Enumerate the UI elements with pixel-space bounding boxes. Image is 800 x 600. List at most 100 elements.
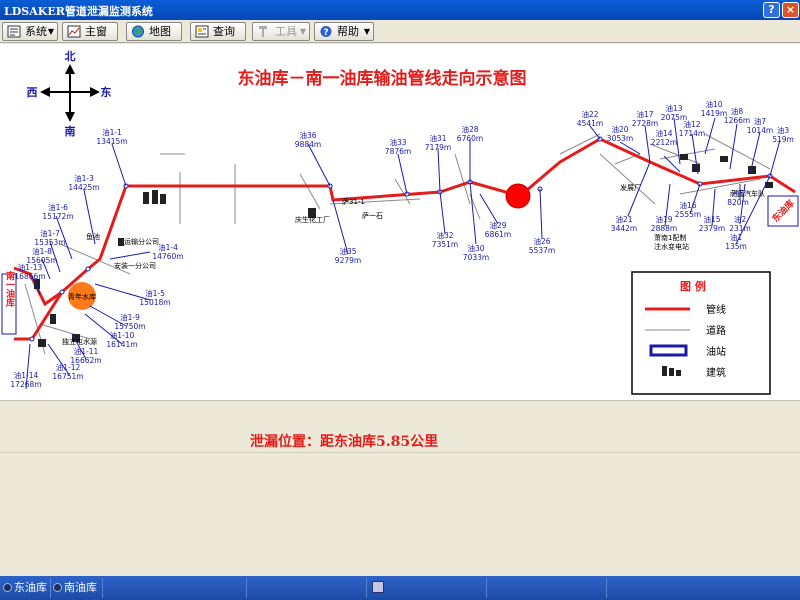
place-chem-plant: 庆生化工厂: [295, 215, 330, 224]
divider: [366, 578, 367, 598]
help-menu-label: 帮助: [337, 25, 359, 38]
marker-you31: 油31 7179m: [425, 133, 451, 152]
marker-you1-3: 油1-3 14425m: [68, 173, 99, 192]
svg-text:南一油库: 南一油库: [4, 270, 15, 308]
compass-south: 南: [65, 124, 76, 138]
marker-you36: 油36 9884m: [295, 130, 321, 149]
marker-you26: 油26 5537m: [529, 236, 555, 255]
place-power-station: 独立屯水源: [62, 337, 97, 346]
marker-you7: 油7 1014m: [747, 116, 773, 135]
chevron-down-icon: ▼: [363, 27, 370, 36]
chart-window-icon: [67, 25, 81, 38]
leak-point-marker[interactable]: [505, 183, 531, 209]
map-canvas: 东油库－南一油库输油管线走向示意图 北 南 西 东 青年水库 油1-1 1341…: [1, 49, 799, 395]
marker-you1-6: 油1-6 15172m: [42, 202, 73, 221]
svg-text:?: ?: [323, 28, 328, 38]
marker-you1-9: 油1-9 15750m: [114, 312, 145, 331]
marker-you15: 油15 2379m: [699, 214, 725, 233]
marker-you29: 油29 6861m: [485, 220, 511, 239]
map-label: 地图: [149, 25, 171, 38]
divider: [50, 578, 51, 598]
divider: [102, 578, 103, 598]
marker-you12: 油12 1714m: [679, 119, 705, 138]
marker-you21: 油21 3442m: [611, 214, 637, 233]
marker-you30: 油30 7033m: [463, 243, 489, 262]
east-depot-tab-label: 东油库: [14, 581, 47, 594]
south-depot-tab-label: 南油库: [64, 581, 97, 594]
divider: [606, 578, 607, 598]
south-depot-indicator-icon: [53, 583, 62, 592]
legend-title: 图 例: [680, 279, 706, 293]
chevron-down-icon: ▼: [47, 27, 54, 36]
marker-you17: 油17 2728m: [632, 109, 658, 128]
east-depot-indicator-icon: [3, 583, 12, 592]
system-icon: [7, 25, 21, 38]
compass: 北 南 西 东: [27, 49, 112, 138]
marker-you1-12: 油1-12 16751m: [52, 362, 83, 381]
marker-you1: 油1 135m: [725, 232, 747, 251]
marker-you32: 油32 7351m: [432, 230, 458, 249]
chevron-down-icon: ▼: [299, 27, 306, 36]
menu-system-label: 系统: [25, 25, 47, 38]
marker-you14: 油14 2212m: [651, 128, 677, 147]
pipeline-map[interactable]: 东油库－南一油库输油管线走向示意图 北 南 西 东 青年水库 油1-1 1341…: [0, 44, 800, 400]
east-depot-tab[interactable]: 东油库: [2, 580, 47, 596]
marker-you35: 油35 9279m: [335, 246, 361, 265]
legend-pipeline: 管线: [706, 303, 726, 316]
marker-you1-13: 油1-13 16866m: [14, 262, 45, 281]
legend-building: 建筑: [706, 366, 726, 379]
place-e2-depot: 发展厂: [620, 183, 641, 192]
place-south-plant: 萧南1配制注水变电站: [654, 233, 689, 251]
app-window: LDSAKER管道泄漏监测系统 ? × 系统 ▼ 主窗 地图 查询 工具 ▼ ?…: [0, 0, 800, 600]
marker-you33: 油33 7876m: [385, 137, 411, 156]
place-sa-bus: 萨区汽车队: [730, 189, 765, 198]
toolbar: 系统 ▼ 主窗 地图 查询 工具 ▼ ? 帮助 ▼: [0, 20, 800, 43]
divider: [246, 578, 247, 598]
marker-you16: 油16 2555m: [675, 200, 701, 219]
marker-you19: 油19 2888m: [651, 214, 677, 233]
globe-icon: [132, 25, 144, 38]
map-button[interactable]: 地图: [126, 22, 182, 41]
map-title: 东油库－南一油库输油管线走向示意图: [238, 68, 527, 89]
marker-you28: 油28 6760m: [457, 124, 483, 143]
menu-system-button[interactable]: 系统 ▼: [2, 22, 58, 41]
compass-east: 东: [101, 85, 112, 99]
legend-station: 油站: [706, 345, 726, 358]
tools-label: 工具: [275, 25, 297, 38]
main-window-label: 主窗: [85, 25, 107, 38]
divider: [486, 578, 487, 598]
title-bar: LDSAKER管道泄漏监测系统 ? ×: [0, 0, 800, 20]
legend-road: 道路: [706, 324, 726, 337]
compass-west: 西: [27, 86, 38, 99]
leak-location-text: 泄漏位置：距东油库5.85公里: [250, 434, 439, 450]
place-sa31: 萨31-1: [342, 197, 365, 206]
marker-you8: 油8 1266m: [724, 106, 750, 125]
main-window-button[interactable]: 主窗: [62, 22, 118, 41]
window-help-button[interactable]: ?: [763, 2, 780, 18]
leak-info-panel: 泄漏位置：距东油库5.85公里: [0, 400, 800, 575]
help-menu-button[interactable]: ? 帮助 ▼: [314, 22, 374, 41]
youth-reservoir-label: 青年水库: [68, 292, 96, 301]
speaker-icon[interactable]: [372, 581, 384, 593]
marker-you22: 油22 4541m: [577, 109, 603, 128]
tools-button[interactable]: 工具 ▼: [252, 22, 310, 41]
place-sa-road: 萨一石: [362, 211, 383, 220]
window-close-button[interactable]: ×: [782, 2, 799, 18]
place-transport-co: 运输分公司: [124, 237, 159, 246]
window-title: LDSAKER管道泄漏监测系统: [4, 5, 153, 18]
marker-you1-7: 油1-7 15353m: [34, 228, 65, 247]
south-depot-tab[interactable]: 南油库: [52, 580, 97, 596]
status-bar: 东油库 南油库: [0, 576, 800, 600]
marker-you1-5: 油1-5 15018m: [139, 288, 170, 307]
marker-you20: 油20 3053m: [607, 124, 633, 143]
legend: 图 例 管线 道路 油站 建筑: [631, 271, 771, 395]
south-depot-label: 南一油库: [1, 270, 17, 335]
marker-you1-10: 油1-10 16141m: [106, 330, 137, 349]
hammer-icon: [259, 26, 267, 37]
query-label: 查询: [213, 25, 235, 38]
help-icon: ?: [320, 26, 332, 38]
east-depot-label: 东油库: [767, 195, 799, 227]
query-button[interactable]: 查询: [190, 22, 246, 41]
marker-you1-14: 油1-14 17268m: [10, 370, 41, 389]
marker-you3: 油3 519m: [772, 125, 794, 144]
